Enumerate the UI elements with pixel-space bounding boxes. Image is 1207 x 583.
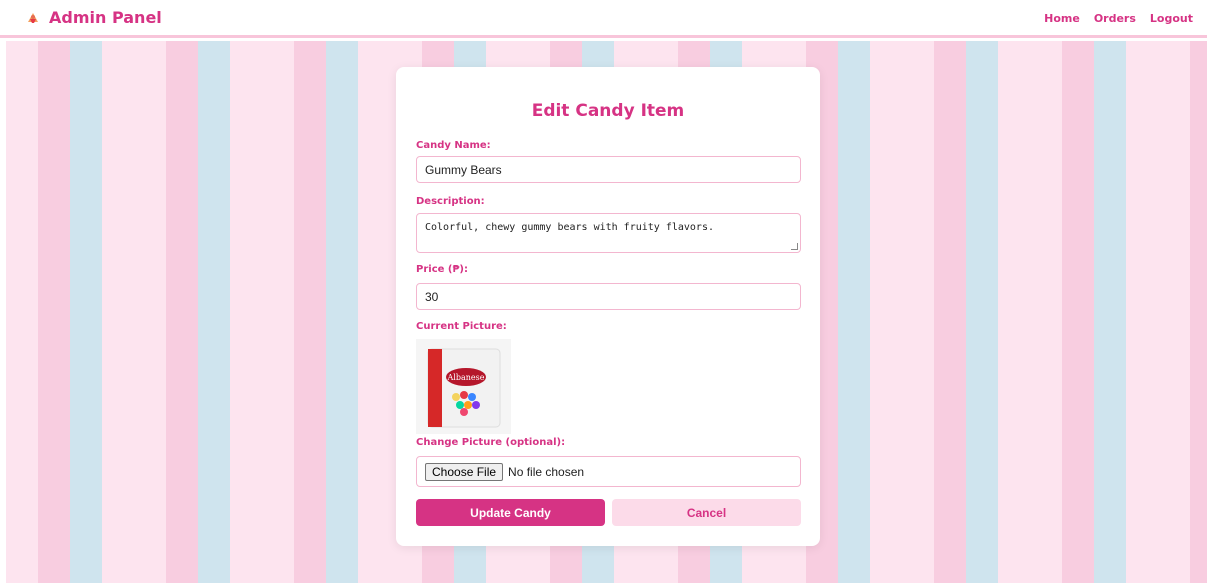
package-brand-text: Albanese	[447, 373, 485, 382]
description-label: Description:	[416, 196, 485, 207]
description-value: Colorful, chewy gummy bears with fruity …	[425, 222, 714, 233]
candy-icon	[25, 10, 41, 26]
nav-link-home[interactable]: Home	[1044, 12, 1080, 25]
top-navbar: Admin Panel Home Orders Logout	[0, 0, 1207, 38]
edit-candy-card: Edit Candy Item Candy Name: Gummy Bears …	[396, 67, 820, 546]
nav-links: Home Orders Logout	[1044, 12, 1193, 25]
file-input[interactable]: Choose File No file chosen	[416, 456, 801, 487]
resize-handle-icon[interactable]	[791, 243, 798, 250]
nav-link-logout[interactable]: Logout	[1150, 12, 1193, 25]
price-value: 30	[425, 289, 439, 304]
choose-file-button[interactable]: Choose File	[425, 462, 504, 481]
description-textarea[interactable]: Colorful, chewy gummy bears with fruity …	[416, 213, 801, 253]
candy-name-value: Gummy Bears	[425, 162, 502, 177]
candy-name-label: Candy Name:	[416, 140, 491, 151]
nav-link-orders[interactable]: Orders	[1094, 12, 1136, 25]
no-file-text: No file chosen	[508, 464, 585, 479]
change-picture-label: Change Picture (optional):	[416, 437, 566, 448]
brand[interactable]: Admin Panel	[25, 8, 162, 27]
form-title: Edit Candy Item	[531, 101, 685, 121]
current-picture-label: Current Picture:	[416, 321, 507, 332]
price-label: Price (₱):	[416, 264, 468, 275]
cancel-button[interactable]: Cancel	[612, 499, 801, 526]
candy-name-input[interactable]: Gummy Bears	[416, 156, 801, 183]
brand-title: Admin Panel	[49, 8, 162, 27]
candy-thumbnail: Albanese	[416, 339, 511, 434]
update-candy-button[interactable]: Update Candy	[416, 499, 605, 526]
price-input[interactable]: 30	[416, 283, 801, 310]
